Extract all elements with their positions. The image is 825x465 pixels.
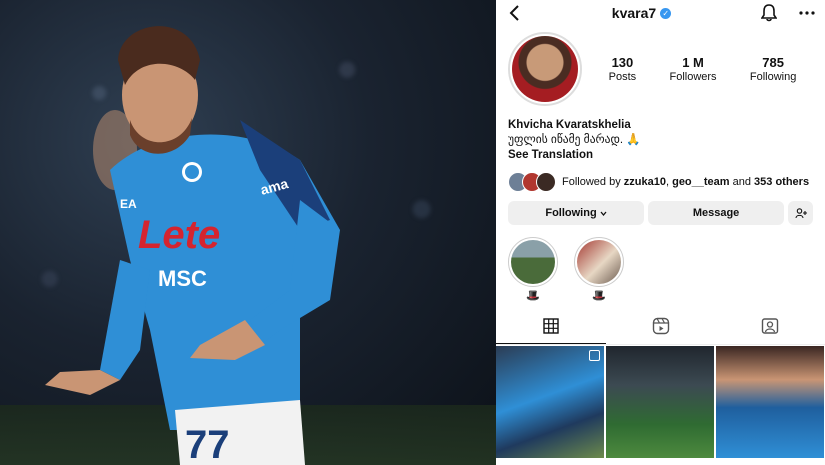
highlight-item[interactable]: 🎩 <box>574 237 624 311</box>
stat-number: 1 M <box>682 55 704 70</box>
add-user-icon[interactable] <box>788 201 813 225</box>
back-chevron-icon[interactable] <box>504 3 524 23</box>
stat-label: Followers <box>669 71 717 83</box>
verified-badge-icon: ✓ <box>660 7 672 19</box>
mutual-avatars <box>508 172 556 192</box>
stat-label: Following <box>749 71 797 83</box>
screenshot-composite: 77 Lete MSC ama EA kvara7 ✓ 130 Posts 1 … <box>0 0 825 465</box>
post-thumbnail[interactable] <box>606 346 714 458</box>
following-button[interactable]: Following <box>508 201 645 225</box>
tab-tagged[interactable] <box>715 313 825 344</box>
profile-tabs <box>496 313 825 345</box>
svg-text:77: 77 <box>185 423 230 465</box>
highlight-ring <box>574 237 624 287</box>
highlight-thumbnail <box>511 240 555 284</box>
post-thumbnail[interactable] <box>496 346 604 458</box>
tab-reels[interactable] <box>606 313 716 344</box>
highlight-item[interactable]: 🎩 <box>508 237 558 311</box>
stat-number: 130 <box>611 55 634 70</box>
followed-by-text: Followed by zzuka10, geo__team and 353 o… <box>562 176 809 188</box>
profile-username-header: kvara7 ✓ <box>611 5 672 21</box>
followed-prefix: Followed by <box>562 176 624 188</box>
highlight-label: 🎩 <box>592 290 606 302</box>
bio-text: უფლის იწამე მარად. 🙏 <box>508 134 641 146</box>
svg-text:MSC: MSC <box>158 266 207 291</box>
stat-following[interactable]: 785 Following <box>750 55 796 83</box>
multiple-posts-icon <box>589 350 600 361</box>
mutual-avatar <box>536 172 556 192</box>
top-bar: kvara7 ✓ <box>496 0 825 26</box>
reels-icon <box>652 317 670 340</box>
more-dots-icon[interactable] <box>797 3 817 23</box>
tagged-icon <box>761 317 779 340</box>
followed-by-row[interactable]: Followed by zzuka10, geo__team and 353 o… <box>496 163 825 193</box>
tab-grid[interactable] <box>496 313 606 344</box>
player-figure: 77 Lete MSC ama EA <box>45 26 340 465</box>
profile-actions: Following Message <box>496 193 825 225</box>
followed-and: and <box>729 176 755 188</box>
profile-header: 130 Posts 1 M Followers 785 Following <box>496 26 825 108</box>
profile-stats: 130 Posts 1 M Followers 785 Following <box>592 55 813 83</box>
followed-others: 353 others <box>754 176 810 188</box>
avatar-image <box>512 36 578 102</box>
stat-number: 785 <box>762 55 784 70</box>
stat-label: Posts <box>608 71 637 83</box>
username-label: kvara7 <box>611 5 657 21</box>
chevron-down-icon <box>600 207 607 219</box>
story-highlights: 🎩 🎩 <box>496 225 825 311</box>
instagram-profile: kvara7 ✓ 130 Posts 1 M Followers 785 Fol… <box>496 0 825 465</box>
bell-icon[interactable] <box>759 3 779 23</box>
grid-icon <box>543 317 559 339</box>
followed-user-1: zzuka10 <box>623 176 666 188</box>
post-thumbnail[interactable] <box>716 346 824 458</box>
profile-avatar[interactable] <box>508 32 582 106</box>
profile-full-name: Khvicha Kvaratskhelia <box>508 119 631 131</box>
profile-bio: Khvicha Kvaratskhelia უფლის იწამე მარად.… <box>496 108 825 163</box>
top-bar-actions <box>759 3 817 23</box>
message-button[interactable]: Message <box>648 201 785 225</box>
highlight-thumbnail <box>577 240 621 284</box>
svg-text:Lete: Lete <box>138 213 220 257</box>
stat-followers[interactable]: 1 M Followers <box>669 55 716 83</box>
following-label: Following <box>545 207 597 219</box>
highlight-label: 🎩 <box>526 290 540 302</box>
svg-text:EA: EA <box>120 197 137 211</box>
posts-grid <box>496 346 825 458</box>
followed-user-2: geo__team <box>672 176 730 188</box>
see-translation-link[interactable]: See Translation <box>508 148 813 163</box>
player-photo: 77 Lete MSC ama EA <box>0 0 496 465</box>
highlight-ring <box>508 237 558 287</box>
stat-posts[interactable]: 130 Posts <box>609 55 637 83</box>
